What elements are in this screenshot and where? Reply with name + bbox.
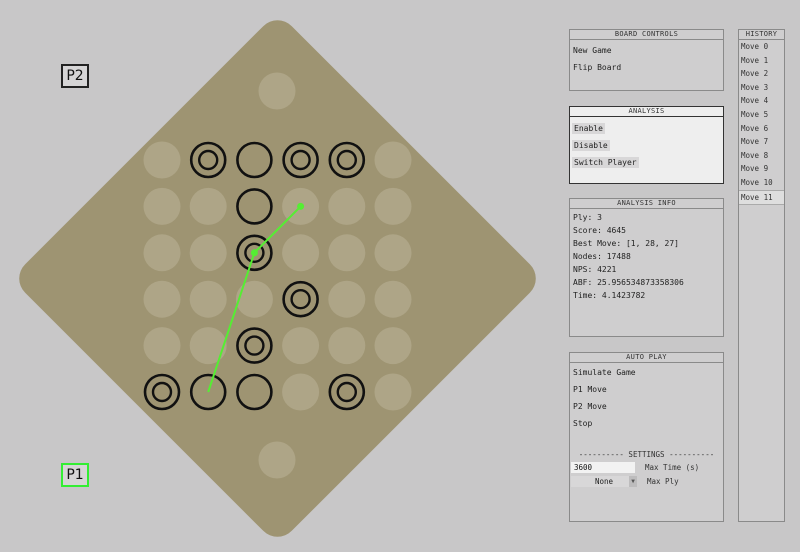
p2-move-button[interactable]: P2 Move — [573, 402, 720, 411]
score-value: Score: 4645 — [573, 226, 626, 235]
chevron-down-icon: ▼ — [629, 476, 637, 487]
board-cell-hole[interactable] — [328, 234, 366, 272]
history-item[interactable]: Move 10 — [739, 176, 784, 190]
board-cell-hole[interactable] — [374, 234, 412, 272]
board-cell-hole[interactable] — [328, 280, 366, 318]
board-cell-hole[interactable] — [374, 280, 412, 318]
board-cell-hole[interactable] — [282, 327, 320, 365]
auto-play-panel: AUTO PLAY Simulate Game P1 Move P2 Move … — [569, 352, 724, 522]
move-arrow-head[interactable] — [297, 202, 305, 210]
time-value: Time: 4.1423782 — [573, 291, 646, 300]
settings-header: ---------- SETTINGS ---------- — [578, 450, 715, 459]
p1-move-button[interactable]: P1 Move — [573, 385, 720, 394]
max-ply-value: None — [594, 477, 614, 486]
board-cell-hole[interactable] — [143, 141, 181, 179]
stop-button[interactable]: Stop — [573, 419, 720, 428]
max-time-row: Max Time (s) — [571, 462, 723, 473]
board-cell-hole[interactable] — [189, 327, 227, 365]
player-1-label: P1 — [61, 463, 89, 487]
board-cell-hole[interactable] — [374, 187, 412, 225]
disable-analysis-button[interactable]: Disable — [572, 140, 610, 151]
nodes-value: Nodes: 17488 — [573, 252, 631, 261]
history-item[interactable]: Move 9 — [739, 162, 784, 176]
game-board-area: P2 P1 — [0, 0, 560, 552]
board-cell-hole[interactable] — [189, 280, 227, 318]
max-ply-row: None ▼ Max Ply — [571, 476, 723, 487]
analysis-info-panel: ANALYSIS INFO Ply: 3 Score: 4645 Best Mo… — [569, 198, 724, 337]
board-cell-hole[interactable] — [189, 234, 227, 272]
history-item[interactable]: Move 8 — [739, 149, 784, 163]
new-game-button[interactable]: New Game — [573, 46, 720, 55]
history-item[interactable]: Move 4 — [739, 94, 784, 108]
history-title: HISTORY — [739, 30, 784, 40]
analysis-title: ANALYSIS — [570, 107, 723, 117]
board-cell-hole[interactable] — [143, 187, 181, 225]
player-2-label: P2 — [61, 64, 89, 88]
history-item[interactable]: Move 1 — [739, 54, 784, 68]
history-item[interactable]: Move 5 — [739, 108, 784, 122]
max-time-label: Max Time (s) — [645, 463, 700, 472]
history-item[interactable]: Move 0 — [739, 40, 784, 54]
simulate-game-button[interactable]: Simulate Game — [573, 368, 720, 377]
nps-value: NPS: 4221 — [573, 265, 617, 274]
board-cell-hole[interactable] — [374, 327, 412, 365]
board-controls-panel: BOARD CONTROLS New Game Flip Board — [569, 29, 724, 91]
board-cell-hole[interactable] — [235, 280, 273, 318]
analysis-info-title: ANALYSIS INFO — [570, 199, 723, 209]
flip-board-button[interactable]: Flip Board — [573, 63, 720, 72]
board-cell-hole[interactable] — [374, 373, 412, 411]
board-controls-title: BOARD CONTROLS — [570, 30, 723, 40]
abf-value: ABF: 25.956534873358306 — [573, 278, 684, 287]
auto-play-title: AUTO PLAY — [570, 353, 723, 363]
history-item[interactable]: Move 7 — [739, 135, 784, 149]
history-item[interactable]: Move 2 — [739, 67, 784, 81]
history-item[interactable]: Move 6 — [739, 122, 784, 136]
enable-analysis-button[interactable]: Enable — [572, 123, 605, 134]
history-panel: HISTORY Move 0 Move 1 Move 2 Move 3 Move 4 Mo… — [738, 29, 785, 522]
board-cell-hole[interactable] — [328, 327, 366, 365]
board-cell-hole[interactable] — [374, 141, 412, 179]
switch-player-button[interactable]: Switch Player — [572, 157, 639, 168]
board-cell-hole[interactable] — [143, 327, 181, 365]
history-item[interactable]: Move 3 — [739, 81, 784, 95]
board-cell-hole[interactable] — [282, 234, 320, 272]
history-list: Move 0 Move 1 Move 2 Move 3 Move 4 Move 5 Move… — [739, 40, 784, 206]
board-cell-hole[interactable] — [143, 280, 181, 318]
board-cell-hole[interactable] — [282, 373, 320, 411]
max-ply-label: Max Ply — [647, 477, 679, 486]
analysis-panel: ANALYSIS Enable Disable Switch Player — [569, 106, 724, 184]
board-cell-hole[interactable] — [143, 234, 181, 272]
max-ply-select[interactable]: None ▼ — [571, 476, 637, 487]
best-move-value: Best Move: [1, 28, 27] — [573, 239, 679, 248]
max-time-input[interactable] — [571, 462, 635, 473]
board-cell-hole[interactable] — [189, 187, 227, 225]
bottom-goal-hole[interactable] — [258, 441, 296, 479]
ply-value: Ply: 3 — [573, 213, 602, 222]
board-cell-hole[interactable] — [328, 187, 366, 225]
top-goal-hole[interactable] — [258, 72, 296, 110]
history-item[interactable]: Move 11 — [739, 189, 784, 206]
